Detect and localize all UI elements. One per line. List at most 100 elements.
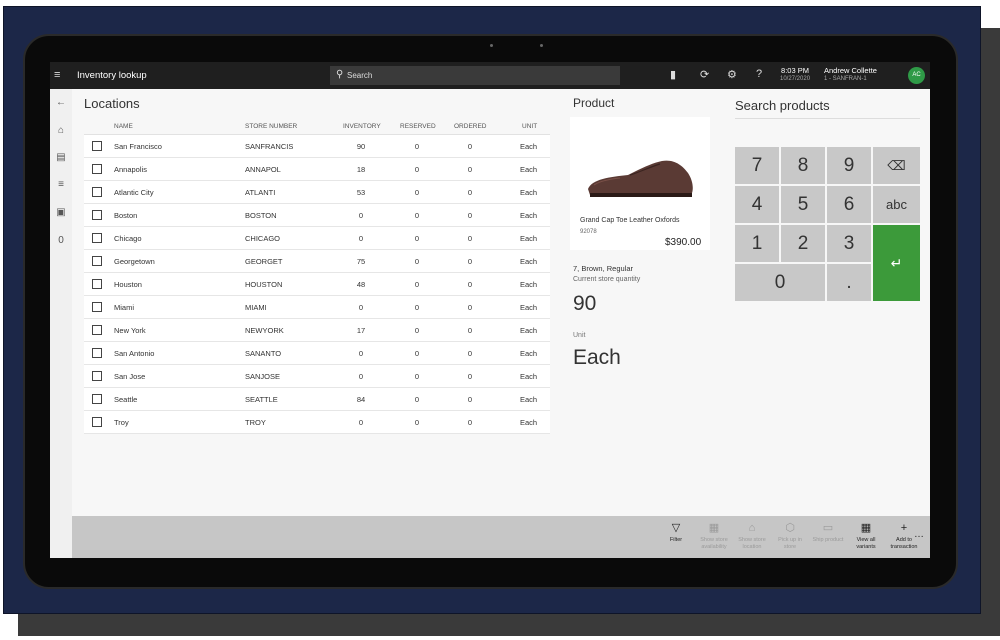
key-decimal[interactable]: . xyxy=(827,264,871,301)
key-7[interactable]: 7 xyxy=(735,147,779,184)
cell-unit: Each xyxy=(520,372,538,381)
home-icon[interactable]: ⌂ xyxy=(55,125,67,136)
key-1[interactable]: 1 xyxy=(735,225,779,262)
key-2[interactable]: 2 xyxy=(781,225,825,262)
table-row[interactable]: San Antonio SANANTO 0 0 0 Each xyxy=(84,342,550,365)
table-row[interactable]: New York NEWYORK 17 0 0 Each xyxy=(84,319,550,342)
cell-inventory: 0 xyxy=(358,349,364,358)
products-icon[interactable]: ▤ xyxy=(55,152,67,163)
row-checkbox[interactable] xyxy=(92,164,102,174)
cell-reserved: 0 xyxy=(414,211,420,220)
filter-button[interactable]: ▽ Filter xyxy=(658,522,694,544)
table-row[interactable]: Chicago CHICAGO 0 0 0 Each xyxy=(84,227,550,250)
table-row[interactable]: Seattle SEATTLE 84 0 0 Each xyxy=(84,388,550,411)
row-checkbox[interactable] xyxy=(92,325,102,335)
show-store-location-button[interactable]: ⌂ Show store location xyxy=(734,522,770,550)
unit-label: Unit xyxy=(573,332,586,339)
cell-ordered: 0 xyxy=(467,188,473,197)
col-ordered[interactable]: ORDERED xyxy=(454,123,487,130)
refresh-icon[interactable]: ⟳ xyxy=(700,68,709,81)
backspace-key[interactable]: ⌫ xyxy=(873,147,920,184)
cell-name: Atlantic City xyxy=(114,188,154,197)
sensor-dot xyxy=(540,44,543,47)
cell-store: SEATTLE xyxy=(245,395,278,404)
view-all-variants-button[interactable]: ▦ View all variants xyxy=(848,522,884,550)
app-bar-label: Pick up in store xyxy=(778,537,802,550)
abc-key[interactable]: abc xyxy=(873,186,920,223)
page-title: Inventory lookup xyxy=(77,70,147,81)
list-icon[interactable]: ≡ xyxy=(55,179,67,190)
row-checkbox[interactable] xyxy=(92,348,102,358)
cell-unit: Each xyxy=(520,234,538,243)
map-pin-icon: ⌂ xyxy=(748,522,756,534)
table-row[interactable]: Miami MIAMI 0 0 0 Each xyxy=(84,296,550,319)
time-text: 8:03 PM xyxy=(781,66,809,75)
cell-unit: Each xyxy=(520,142,538,151)
counter-icon[interactable]: 0 xyxy=(55,235,67,246)
col-unit[interactable]: UNIT xyxy=(522,123,537,130)
col-store-number[interactable]: STORE NUMBER xyxy=(245,123,297,130)
cell-inventory: 17 xyxy=(356,326,366,335)
row-checkbox[interactable] xyxy=(92,417,102,427)
show-store-availability-button[interactable]: ▦ Show store availability xyxy=(696,522,732,550)
row-checkbox[interactable] xyxy=(92,371,102,381)
table-row[interactable]: San Francisco SANFRANCIS 90 0 0 Each xyxy=(84,135,550,158)
table-row[interactable]: Boston BOSTON 0 0 0 Each xyxy=(84,204,550,227)
key-0[interactable]: 0 xyxy=(735,264,825,301)
table-row[interactable]: Houston HOUSTON 48 0 0 Each xyxy=(84,273,550,296)
key-4[interactable]: 4 xyxy=(735,186,779,223)
cell-ordered: 0 xyxy=(467,234,473,243)
key-8[interactable]: 8 xyxy=(781,147,825,184)
gear-icon[interactable]: ⚙ xyxy=(727,68,737,81)
cell-name: Seattle xyxy=(114,395,138,404)
row-checkbox[interactable] xyxy=(92,394,102,404)
key-5[interactable]: 5 xyxy=(781,186,825,223)
key-3[interactable]: 3 xyxy=(827,225,871,262)
cell-ordered: 0 xyxy=(467,372,473,381)
message-icon[interactable]: ▮ xyxy=(670,68,676,81)
ellipsis-icon[interactable]: … xyxy=(914,529,924,540)
product-card[interactable]: Grand Cap Toe Leather Oxfords 92078 $390… xyxy=(570,117,710,250)
cell-unit: Each xyxy=(520,303,538,312)
search-placeholder: Search xyxy=(347,71,373,80)
key-9[interactable]: 9 xyxy=(827,147,871,184)
col-name[interactable]: NAME xyxy=(114,123,133,130)
avatar[interactable]: AC xyxy=(908,67,925,84)
cell-store: MIAMI xyxy=(245,303,267,312)
cell-name: San Francisco xyxy=(114,142,162,151)
locations-table: NAME STORE NUMBER INVENTORY RESERVED ORD… xyxy=(84,119,550,434)
hamburger-icon[interactable]: ≡ xyxy=(54,69,60,81)
table-row[interactable]: Atlantic City ATLANTI 53 0 0 Each xyxy=(84,181,550,204)
search-products-input-line[interactable] xyxy=(735,118,920,119)
pick-up-in-store-button[interactable]: ⬡ Pick up in store xyxy=(772,522,808,550)
row-checkbox[interactable] xyxy=(92,210,102,220)
table-row[interactable]: Georgetown GEORGET 75 0 0 Each xyxy=(84,250,550,273)
cell-inventory: 75 xyxy=(356,257,366,266)
table-row[interactable]: Troy TROY 0 0 0 Each xyxy=(84,411,550,434)
table-row[interactable]: San Jose SANJOSE 0 0 0 Each xyxy=(84,365,550,388)
help-icon[interactable]: ? xyxy=(756,68,762,80)
row-checkbox[interactable] xyxy=(92,233,102,243)
cell-inventory: 48 xyxy=(356,280,366,289)
date-text: 10/27/2020 xyxy=(780,76,811,82)
cart-icon[interactable]: ▣ xyxy=(55,207,67,218)
col-inventory[interactable]: INVENTORY xyxy=(343,123,381,130)
back-arrow-icon[interactable]: ← xyxy=(55,97,67,108)
col-reserved[interactable]: RESERVED xyxy=(400,123,436,130)
key-6[interactable]: 6 xyxy=(827,186,871,223)
cell-inventory: 0 xyxy=(358,418,364,427)
cell-reserved: 0 xyxy=(414,326,420,335)
row-checkbox[interactable] xyxy=(92,279,102,289)
search-input[interactable]: ⚲ Search xyxy=(330,66,620,85)
user-info[interactable]: Andrew Collette 1 - SANFRAN-1 xyxy=(824,66,877,84)
row-checkbox[interactable] xyxy=(92,302,102,312)
cell-store: CHICAGO xyxy=(245,234,281,243)
row-checkbox[interactable] xyxy=(92,256,102,266)
enter-key[interactable]: ↵ xyxy=(873,225,920,301)
row-checkbox[interactable] xyxy=(92,187,102,197)
cell-reserved: 0 xyxy=(414,349,420,358)
row-checkbox[interactable] xyxy=(92,141,102,151)
ship-product-button[interactable]: ▭ Ship product xyxy=(810,522,846,544)
bottom-app-bar: ▽ Filter ▦ Show store availability ⌂ Show sto… xyxy=(72,516,930,558)
table-row[interactable]: Annapolis ANNAPOL 18 0 0 Each xyxy=(84,158,550,181)
